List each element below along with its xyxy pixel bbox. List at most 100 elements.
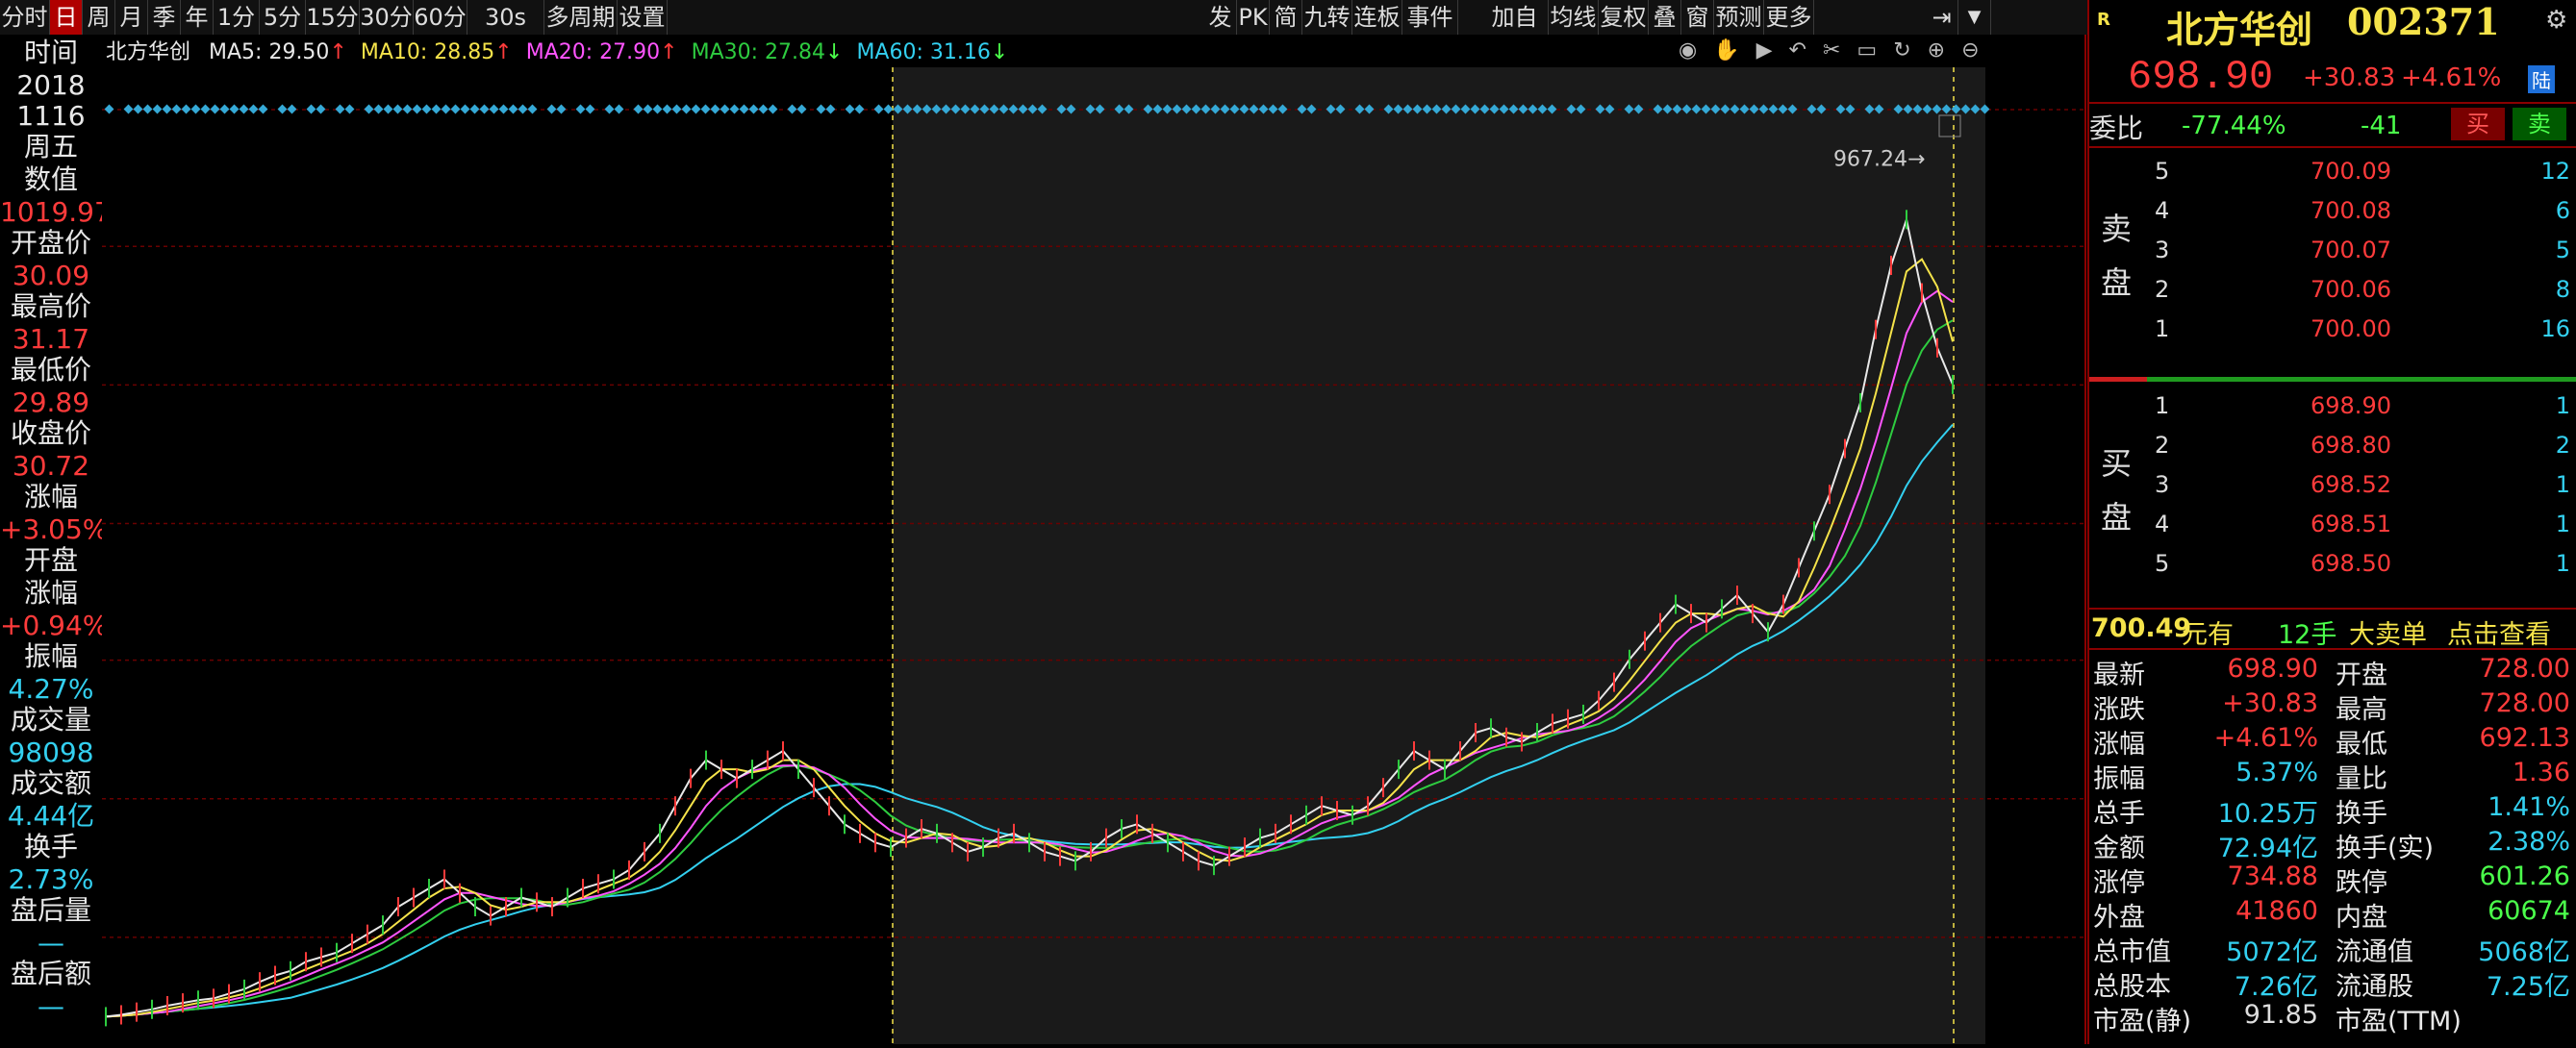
quote-value2-6: 601.26 [2479, 861, 2570, 891]
asks-level-0: 5 [2155, 158, 2170, 185]
bid-side-label: 买盘 [2101, 445, 2133, 536]
quote-value2-4: 1.41% [2488, 792, 2570, 822]
toolbar-dropdown-icon[interactable]: ▼ [1958, 0, 1991, 35]
toolbar-item-4[interactable]: 连板 [1352, 0, 1402, 35]
ma-value-2: MA20: 27.90 [525, 40, 661, 64]
bids-price-1[interactable]: 698.80 [2311, 432, 2391, 459]
period-tab-8[interactable]: 15分 [306, 0, 360, 35]
toolbar-item-10[interactable]: 窗 [1681, 0, 1714, 35]
ma-legend-item-0: MA5: 29.50↑ [209, 40, 347, 64]
kline-chart[interactable]: 116.56267.80419.04568.26719.50870.751019… [102, 35, 2185, 1044]
asks-price-3[interactable]: 700.06 [2311, 276, 2391, 303]
bids-price-4[interactable]: 698.50 [2311, 550, 2391, 577]
eye-icon[interactable]: ◉ [1679, 38, 1697, 62]
weibi-label: 委比 [2089, 112, 2144, 144]
toolbar-item-2[interactable]: 简 [1270, 0, 1302, 35]
settings-icon[interactable]: ⚙ [2545, 6, 2567, 35]
toolbar-item-11[interactable]: 预测 [1714, 0, 1764, 35]
period-tab-5[interactable]: 年 [181, 0, 214, 35]
ma-value-3: MA30: 27.84 [691, 40, 826, 64]
price-chart-svg[interactable]: 116.56267.80419.04568.26719.50870.751019… [102, 35, 2185, 1044]
toolbar-item-1[interactable]: PK [1237, 0, 1270, 35]
order-book-divider-green [2147, 377, 2576, 382]
undo-icon[interactable]: ↶ [1789, 38, 1806, 62]
quote-label-7: 外盘 [2093, 903, 2145, 933]
info-label-16: 盘后额 [10, 958, 91, 989]
info-value-3: 1019.97 [0, 196, 112, 228]
bids-price-0[interactable]: 698.90 [2311, 392, 2391, 419]
bids-level-2: 3 [2155, 471, 2170, 498]
buy-button[interactable]: 买 [2451, 108, 2505, 140]
toolbar-item-6[interactable]: 加自选 [1481, 0, 1549, 65]
asks-level-1: 4 [2155, 197, 2170, 224]
big-order-price: 700.49 [2091, 613, 2192, 643]
peak-price-label: 967.24→ [1833, 147, 1925, 171]
quote-label-2: 涨幅 [2093, 730, 2145, 760]
asks-price-0[interactable]: 700.09 [2311, 158, 2391, 185]
quote-value2-0: 728.00 [2479, 654, 2570, 684]
bids-price-2[interactable]: 698.52 [2311, 471, 2391, 498]
ma-arrow-0: ↑ [329, 40, 347, 64]
period-tab-6[interactable]: 1分 [214, 0, 260, 35]
drawing-tools-icon[interactable]: ⇥ [1926, 0, 1958, 35]
zoom-in-icon[interactable]: ⊕ [1928, 38, 1945, 62]
toolbar-item-9[interactable]: 叠 [1649, 0, 1681, 35]
info-value-4: 30.09 [12, 260, 90, 291]
info-value-8: +3.05% [0, 513, 109, 545]
period-tab-7[interactable]: 5分 [260, 0, 306, 35]
info-value-5: 31.17 [12, 323, 90, 355]
order-book-divider [2089, 377, 2147, 382]
info-label-7: 收盘价 [10, 417, 91, 449]
info-value-0: 2018 [16, 69, 86, 101]
toolbar-item-3[interactable]: 九转 [1302, 0, 1352, 35]
scissors-icon[interactable]: ✂ [1823, 38, 1840, 62]
bids-price-3[interactable]: 698.51 [2311, 511, 2391, 537]
toolbar-item-5[interactable]: 事件 [1402, 0, 1458, 35]
sell-button[interactable]: 卖 [2513, 108, 2566, 140]
asks-price-4[interactable]: 700.00 [2311, 315, 2391, 342]
ma-value-4: MA60: 31.16 [856, 40, 991, 64]
quote-label2-3: 量比 [2336, 764, 2387, 794]
period-tab-13[interactable]: 设置 [618, 0, 668, 35]
bids-volume-0: 1 [2555, 392, 2570, 419]
toolbar-item-7[interactable]: 均线 [1549, 0, 1599, 35]
period-tab-11[interactable]: 30s [467, 0, 544, 35]
period-tab-10[interactable]: 60分 [414, 0, 467, 35]
play-icon[interactable]: ▶ [1756, 38, 1773, 62]
asks-price-2[interactable]: 700.07 [2311, 237, 2391, 263]
quote-label-10: 市盈(静) [2093, 1007, 2192, 1036]
quote-value-9: 7.26亿 [2234, 972, 2318, 1002]
lock-icon[interactable]: ▭ [1856, 38, 1877, 62]
zoom-out-icon[interactable]: ⊖ [1961, 38, 1979, 62]
weibi-diff: -41 [2361, 112, 2402, 140]
period-tab-1[interactable]: 日 [50, 0, 83, 35]
period-tab-12[interactable]: 多周期 [544, 0, 618, 35]
hand-icon[interactable]: ✋ [1713, 38, 1739, 62]
price-change-pct: +4.61% [2401, 63, 2502, 92]
toolbar-item-8[interactable]: 复权 [1599, 0, 1649, 35]
asks-level-2: 3 [2155, 237, 2170, 263]
ma-arrow-1: ↑ [494, 40, 513, 64]
period-tab-2[interactable]: 周 [83, 0, 115, 35]
toolbar-item-0[interactable]: 发 [1204, 0, 1237, 35]
big-order-link[interactable]: 点击查看 [2447, 613, 2551, 651]
period-tab-9[interactable]: 30分 [360, 0, 414, 35]
bids-volume-1: 2 [2555, 432, 2570, 459]
quote-value-5: 72.94亿 [2217, 834, 2318, 863]
asks-level-3: 2 [2155, 276, 2170, 303]
big-order-unit: 元有 [2182, 620, 2234, 650]
quote-label2-4: 换手 [2336, 799, 2387, 829]
quote-label-3: 振幅 [2093, 764, 2145, 794]
info-label-13: 成交额 [10, 767, 91, 799]
toolbar-item-12[interactable]: 更多 [1764, 0, 1814, 35]
period-toolbar: 分时日周月季年 1分 5分 15分 30分 60分 30s 多周期 设置 发 PK 简九转 连板 事件加… [0, 0, 2087, 65]
market-badge: 陆 [2528, 65, 2555, 93]
info-label-4: 开盘价 [10, 227, 91, 259]
asks-price-1[interactable]: 700.08 [2311, 197, 2391, 224]
bids-volume-2: 1 [2555, 471, 2570, 498]
period-tab-3[interactable]: 月 [115, 0, 148, 35]
period-tab-0[interactable]: 分时 [0, 0, 50, 35]
period-tab-4[interactable]: 季 [148, 0, 181, 35]
quote-value-1: +30.83 [2222, 688, 2318, 718]
reset-icon[interactable]: ↻ [1893, 38, 1910, 62]
